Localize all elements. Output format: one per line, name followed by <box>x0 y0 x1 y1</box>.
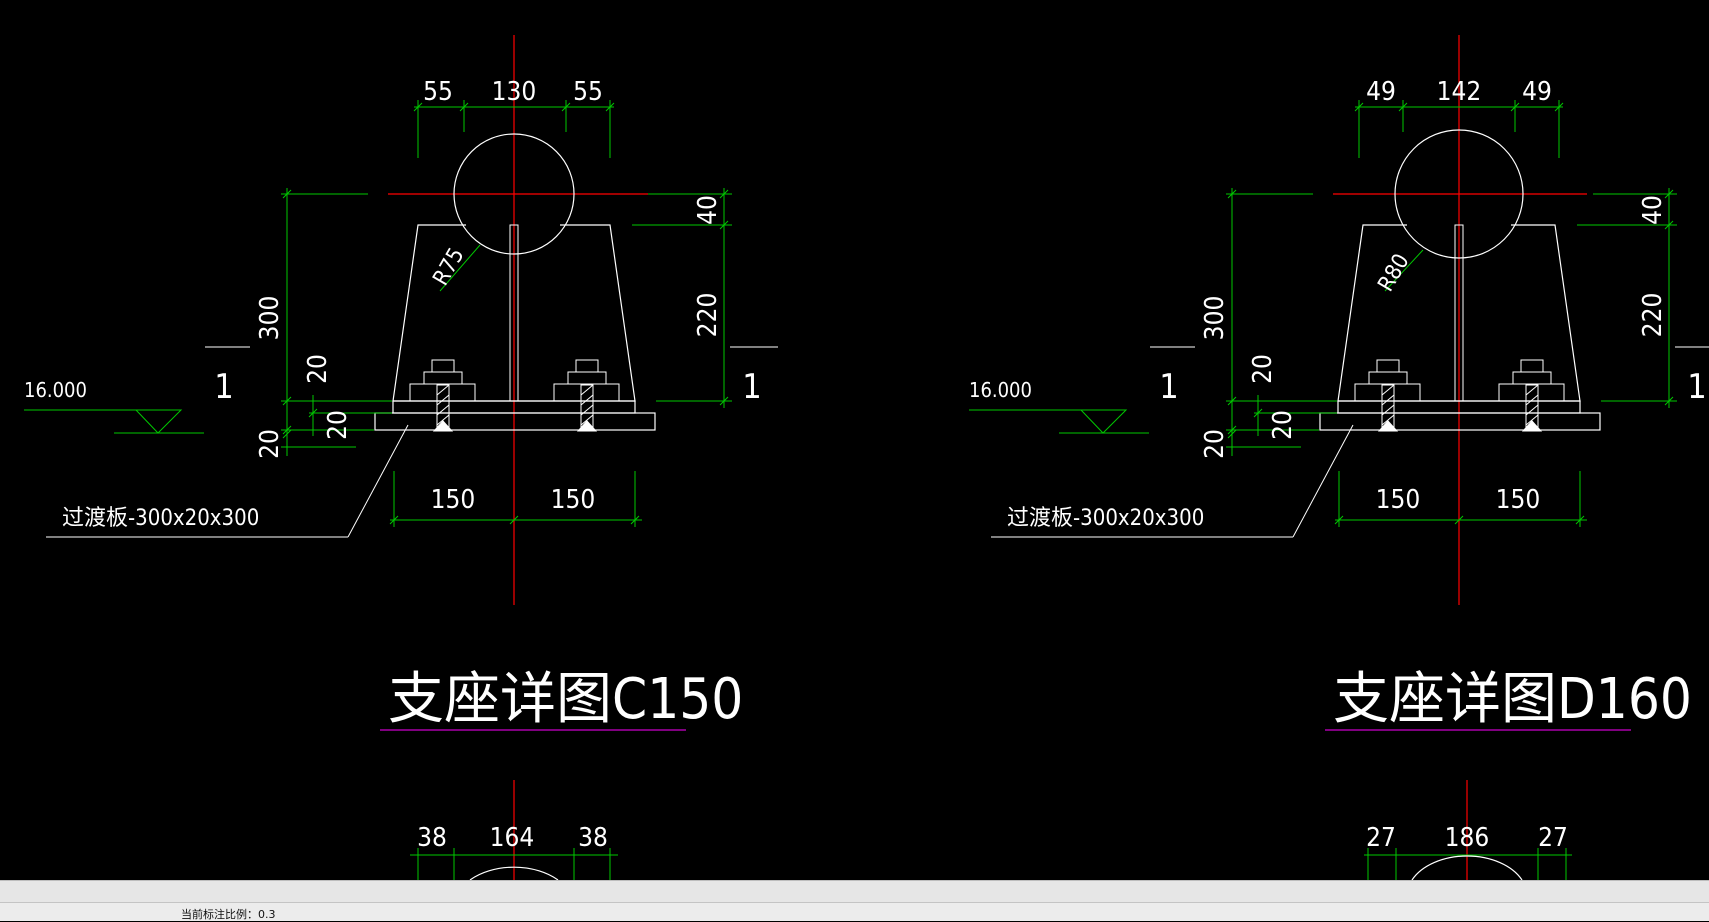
dim-top-offset: 40 <box>693 195 723 225</box>
dim-top-middle: 186 <box>1445 823 1490 853</box>
dim-height-upper: 220 <box>1638 293 1668 338</box>
drawing-canvas[interactable]: 55 130 55 R75 300 40 220 20 20 20 150 15… <box>0 0 1709 880</box>
dim-top-right: 38 <box>578 823 608 853</box>
annotation-scale-text: 当前标注比例：0.3 <box>181 908 276 921</box>
dim-top-left: 55 <box>423 77 453 107</box>
elevation-label: 16.000 <box>969 378 1032 402</box>
dim-top-right: 27 <box>1538 823 1568 853</box>
dim-bottom-right: 150 <box>1496 485 1541 515</box>
dim-left-20-upper: 20 <box>303 354 333 384</box>
dim-height-total: 300 <box>1200 296 1230 341</box>
dim-bottom-right: 150 <box>551 485 596 515</box>
dim-top-left: 49 <box>1366 77 1396 107</box>
dim-top-left: 27 <box>1366 823 1396 853</box>
dim-radius: R80 <box>1374 250 1415 296</box>
section-mark-left: 1 <box>214 367 233 407</box>
elevation-label: 16.000 <box>24 378 87 402</box>
dim-top-middle: 164 <box>490 823 535 853</box>
dim-height-upper: 220 <box>693 293 723 338</box>
dim-top-right: 55 <box>573 77 603 107</box>
partial-detail-right: 27 186 27 <box>1364 780 1572 880</box>
section-mark-left: 1 <box>1159 367 1178 407</box>
detail-title: 支座详图D160 <box>1333 667 1692 732</box>
partial-detail-left: 38 164 38 <box>410 780 618 880</box>
dim-left-20-lower: 20 <box>1200 429 1230 459</box>
command-area[interactable] <box>0 880 1709 903</box>
detail-title: 支座详图C150 <box>388 667 743 732</box>
dim-top-middle: 130 <box>492 77 537 107</box>
transition-plate-label: 过渡板-300x20x300 <box>1007 506 1204 531</box>
dim-bottom-left: 150 <box>1376 485 1421 515</box>
transition-plate-label: 过渡板-300x20x300 <box>62 506 259 531</box>
status-bar: 当前标注比例：0.3 <box>0 902 1709 921</box>
dim-top-offset: 40 <box>1638 195 1668 225</box>
dim-top-middle: 142 <box>1437 77 1482 107</box>
dim-left-20-middle: 20 <box>323 410 353 440</box>
support-detail-c150: 55 130 55 R75 300 40 220 20 20 20 150 15… <box>24 35 778 732</box>
dim-height-total: 300 <box>255 296 285 341</box>
section-mark-right-clipped: 1 <box>1687 367 1706 407</box>
section-mark-right: 1 <box>742 367 761 407</box>
dim-left-20-upper: 20 <box>1248 354 1278 384</box>
support-detail-d160: 49 142 49 R80 300 40 220 20 20 20 150 15… <box>969 35 1709 732</box>
dim-bottom-left: 150 <box>431 485 476 515</box>
dim-left-20-lower: 20 <box>255 429 285 459</box>
dim-radius: R75 <box>429 244 470 290</box>
dim-left-20-middle: 20 <box>1268 410 1298 440</box>
dim-top-left: 38 <box>417 823 447 853</box>
dim-top-right: 49 <box>1522 77 1552 107</box>
